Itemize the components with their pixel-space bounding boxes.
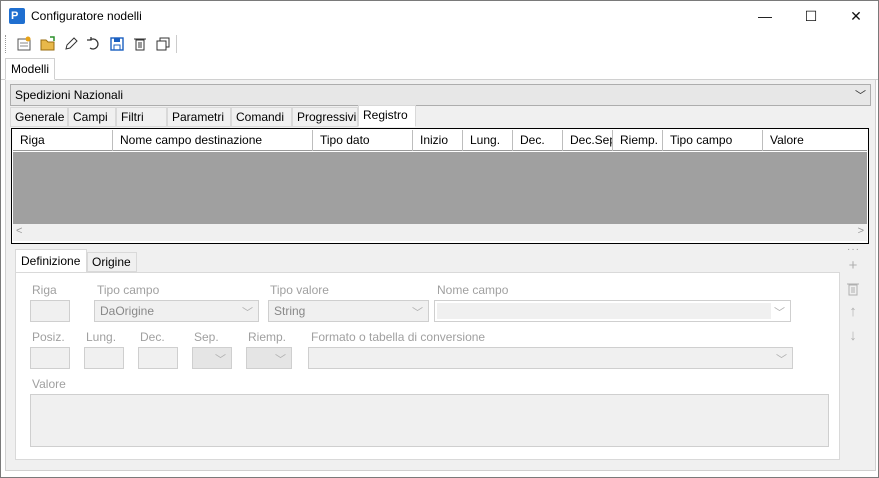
dec-label: Dec.: [140, 330, 165, 344]
definizione-panel: Riga Tipo campo DaOrigine ﹀ Tipo valore …: [15, 272, 840, 460]
main-tabstrip: Modelli: [1, 58, 878, 80]
tipo-campo-label: Tipo campo: [97, 283, 160, 297]
maximize-button[interactable]: ☐: [788, 1, 834, 31]
chevron-down-icon: ﹀: [275, 354, 286, 366]
splitter-grip[interactable]: ···: [847, 244, 860, 255]
chevron-down-icon: ﹀: [412, 307, 423, 319]
toolbar: [1, 31, 878, 57]
toolbar-separator: [176, 35, 177, 53]
column-header[interactable]: Riga: [13, 130, 113, 151]
nome-campo-label: Nome campo: [437, 283, 509, 297]
sep-label: Sep.: [194, 330, 219, 344]
tab-comandi[interactable]: Comandi: [231, 107, 292, 127]
window-title: Configuratore nodelli: [31, 9, 142, 23]
lung-label: Lung.: [86, 330, 117, 344]
column-header[interactable]: Lung.: [463, 130, 513, 151]
horizontal-scrollbar[interactable]: < >: [13, 224, 867, 241]
tipo-campo-select[interactable]: DaOrigine ﹀: [94, 300, 259, 322]
valore-label: Valore: [32, 377, 66, 391]
chevron-down-icon: ﹀: [776, 354, 787, 366]
column-header[interactable]: Tipo dato: [313, 130, 413, 151]
chevron-down-icon: ﹀: [855, 90, 866, 102]
column-header[interactable]: Inizio: [413, 130, 463, 151]
undo-icon[interactable]: [84, 34, 104, 54]
riemp-label: Riemp.: [248, 330, 287, 344]
column-header[interactable]: Tipo campo: [663, 130, 763, 151]
minimize-button[interactable]: —: [742, 1, 788, 31]
column-header[interactable]: Dec.Sep: [563, 130, 613, 151]
delete-icon[interactable]: [130, 34, 150, 54]
close-button[interactable]: ✕: [833, 1, 879, 31]
tab-definizione[interactable]: Definizione: [15, 249, 87, 273]
posiz-label: Posiz.: [32, 330, 65, 344]
nome-campo-select[interactable]: ﹀: [434, 300, 791, 322]
formato-label: Formato o tabella di conversione: [311, 330, 486, 344]
sep-select[interactable]: ﹀: [192, 347, 232, 369]
dec-field[interactable]: [138, 347, 178, 369]
chevron-down-icon: ﹀: [774, 307, 785, 319]
tab-origine[interactable]: Origine: [87, 252, 137, 272]
main-window: P Configuratore nodelli — ☐ ✕ Modelli Sp…: [0, 0, 879, 478]
column-header[interactable]: Nome campo destinazione: [113, 130, 313, 151]
column-header[interactable]: Valore: [763, 130, 867, 151]
arrow-down-icon[interactable]: ↓: [845, 327, 861, 344]
tab-filtri[interactable]: Filtri: [116, 107, 167, 127]
scroll-right-icon[interactable]: >: [858, 225, 864, 237]
lung-field[interactable]: [84, 347, 124, 369]
chevron-down-icon: ﹀: [242, 307, 253, 319]
tipo-valore-value: String: [274, 304, 306, 318]
formato-select[interactable]: ﹀: [308, 347, 793, 369]
nome-campo-inner: [437, 303, 771, 319]
save-icon[interactable]: [107, 34, 127, 54]
riga-field[interactable]: [30, 300, 70, 322]
arrow-up-icon[interactable]: ↑: [845, 303, 861, 320]
detail-area: Definizione Origine Riga Tipo campo DaOr…: [15, 249, 840, 462]
trash-icon[interactable]: [845, 281, 861, 301]
title-bar: P Configuratore nodelli — ☐ ✕: [1, 1, 878, 31]
valore-field[interactable]: [30, 394, 829, 447]
tab-registro[interactable]: Registro: [358, 105, 416, 127]
tipo-valore-select[interactable]: String ﹀: [268, 300, 429, 322]
column-header[interactable]: Dec.: [513, 130, 563, 151]
add-icon[interactable]: +: [845, 257, 861, 274]
tab-campi[interactable]: Campi: [68, 107, 116, 127]
new-icon[interactable]: [14, 34, 34, 54]
modelli-panel: Spedizioni Nazionali ﹀ Generale Campi Fi…: [5, 80, 876, 471]
tab-parametri[interactable]: Parametri: [167, 107, 231, 127]
grid-header: Riga Nome campo destinazione Tipo dato I…: [13, 130, 867, 151]
column-header[interactable]: Riemp.: [613, 130, 663, 151]
edit-icon[interactable]: [61, 34, 81, 54]
model-select-value: Spedizioni Nazionali: [15, 88, 124, 102]
tab-modelli[interactable]: Modelli: [5, 58, 56, 80]
app-icon: P: [9, 8, 25, 24]
open-icon[interactable]: [38, 34, 58, 54]
tipo-valore-label: Tipo valore: [270, 283, 329, 297]
registro-grid: Riga Nome campo destinazione Tipo dato I…: [11, 128, 869, 244]
tab-progressivi[interactable]: Progressivi: [292, 107, 358, 127]
riemp-select[interactable]: ﹀: [246, 347, 292, 369]
model-select[interactable]: Spedizioni Nazionali ﹀: [10, 84, 871, 106]
copy-icon[interactable]: [153, 34, 173, 54]
toolbar-grip: [5, 35, 8, 53]
tipo-campo-value: DaOrigine: [100, 304, 155, 318]
scroll-left-icon[interactable]: <: [16, 225, 22, 237]
riga-label: Riga: [32, 283, 57, 297]
grid-body[interactable]: [13, 152, 867, 224]
chevron-down-icon: ﹀: [215, 354, 226, 366]
posiz-field[interactable]: [30, 347, 70, 369]
tab-generale[interactable]: Generale: [10, 107, 68, 127]
